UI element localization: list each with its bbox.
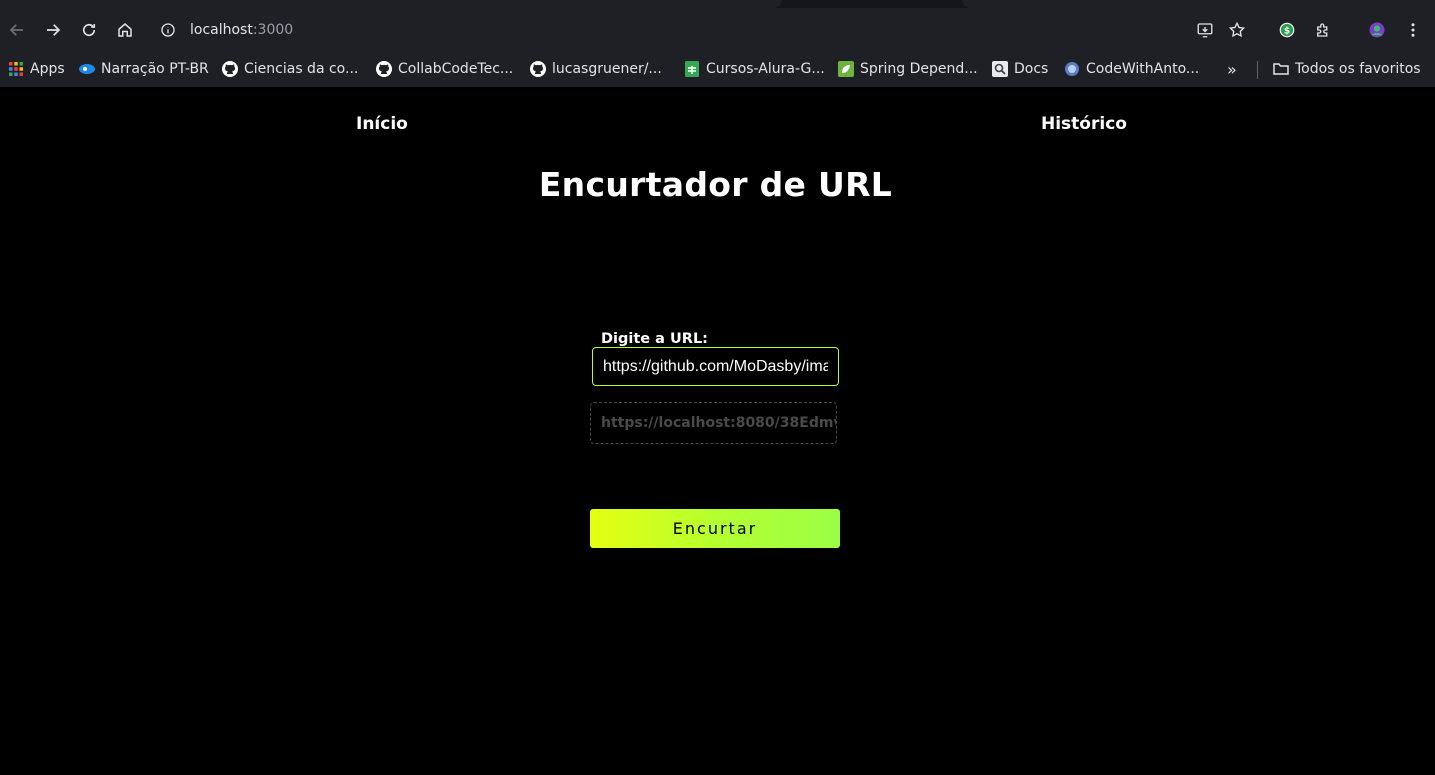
docs-icon bbox=[992, 61, 1008, 77]
bookmark-label: Narração PT-BR bbox=[101, 61, 209, 77]
folder-icon bbox=[1273, 61, 1289, 77]
site-info-icon[interactable] bbox=[158, 20, 178, 40]
bookmark-label: lucasgruener/... bbox=[552, 61, 662, 77]
extensions-puzzle-icon[interactable] bbox=[1309, 16, 1337, 44]
bookmarks-bar: Apps Narração PT-BR Ciencias da co... Co… bbox=[0, 53, 1435, 83]
reload-icon[interactable] bbox=[75, 16, 103, 44]
narration-icon bbox=[79, 61, 95, 77]
short-url-output[interactable]: https://localhost:8080/38Edmvdz6 bbox=[590, 402, 837, 444]
menu-kebab-icon[interactable] bbox=[1399, 16, 1427, 44]
spring-icon bbox=[838, 61, 854, 77]
bookmark-cursos-alura[interactable]: Cursos-Alura-G... bbox=[684, 58, 825, 80]
bookmark-narracao[interactable]: Narração PT-BR bbox=[79, 58, 209, 80]
bookmark-star-icon[interactable] bbox=[1223, 16, 1251, 44]
page-title: Encurtador de URL bbox=[538, 165, 893, 204]
apps-grid-icon bbox=[8, 61, 24, 77]
bookmark-label: CollabCodeTec... bbox=[398, 61, 514, 77]
shorten-button[interactable]: Encurtar bbox=[590, 509, 840, 548]
forward-icon[interactable] bbox=[39, 16, 67, 44]
bookmarks-separator bbox=[1257, 61, 1258, 79]
page-content: Início Histórico Encurtador de URL Digit… bbox=[0, 87, 1435, 775]
github-icon bbox=[376, 61, 392, 77]
profile-avatar-icon[interactable] bbox=[1363, 16, 1391, 44]
github-icon bbox=[530, 61, 546, 77]
nav-home-link[interactable]: Início bbox=[356, 114, 408, 134]
browser-toolbar: localhost:3000 $ bbox=[0, 8, 1435, 52]
svg-text:$: $ bbox=[1284, 26, 1290, 36]
browser-chrome: localhost:3000 $ Apps Narração PT-BR Cie… bbox=[0, 0, 1435, 87]
bookmark-ciencias[interactable]: Ciencias da co... bbox=[222, 58, 358, 80]
url-input-label: Digite a URL: bbox=[595, 331, 714, 347]
bookmark-docs[interactable]: Docs bbox=[992, 58, 1048, 80]
more-bookmarks-chevron-icon[interactable]: » bbox=[1227, 58, 1237, 80]
bookmark-lucasgruener[interactable]: lucasgruener/... bbox=[530, 58, 662, 80]
bookmark-collabcode[interactable]: CollabCodeTec... bbox=[376, 58, 513, 80]
short-url-text: https://localhost:8080/38Edmvdz6 bbox=[601, 415, 836, 431]
bookmark-label: Docs bbox=[1014, 61, 1049, 77]
extension-dollar-icon[interactable]: $ bbox=[1273, 16, 1301, 44]
back-icon[interactable] bbox=[3, 16, 31, 44]
bookmark-label: Spring Depend... bbox=[860, 61, 978, 77]
tab-active[interactable] bbox=[0, 0, 782, 8]
all-bookmarks-folder[interactable]: Todos os favoritos bbox=[1273, 58, 1421, 80]
home-icon[interactable] bbox=[111, 16, 139, 44]
url-host: localhost bbox=[190, 22, 253, 38]
nav-history-link[interactable]: Histórico bbox=[1041, 114, 1127, 134]
tab-strip bbox=[0, 0, 1435, 8]
bookmark-apps[interactable]: Apps bbox=[8, 58, 65, 80]
install-app-icon[interactable] bbox=[1191, 16, 1219, 44]
address-url: localhost:3000 bbox=[190, 22, 293, 38]
bookmark-codewithanto[interactable]: CodeWithAnto... bbox=[1064, 58, 1199, 80]
bookmark-label: Cursos-Alura-G... bbox=[706, 61, 825, 77]
bookmark-spring[interactable]: Spring Depend... bbox=[838, 58, 978, 80]
bookmark-label: CodeWithAnto... bbox=[1086, 61, 1200, 77]
sheets-icon bbox=[684, 61, 700, 77]
all-bookmarks-label: Todos os favoritos bbox=[1295, 61, 1421, 77]
github-icon bbox=[222, 61, 238, 77]
bookmark-label: Ciencias da co... bbox=[244, 61, 359, 77]
address-bar[interactable]: localhost:3000 bbox=[148, 14, 1258, 46]
bookmark-label: Apps bbox=[30, 61, 65, 77]
url-port: :3000 bbox=[252, 22, 294, 38]
tab-inactive[interactable] bbox=[962, 0, 1435, 8]
url-input[interactable] bbox=[592, 347, 839, 386]
globe-icon bbox=[1064, 61, 1080, 77]
